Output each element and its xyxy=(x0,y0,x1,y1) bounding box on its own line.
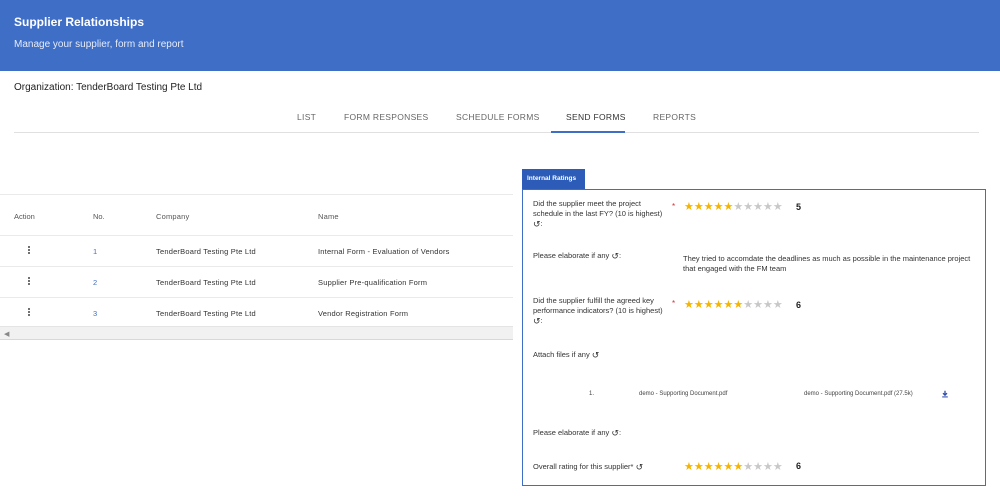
tab-bar: LIST FORM RESPONSES SCHEDULE FORMS SEND … xyxy=(14,104,979,133)
panel-tab-internal-ratings[interactable]: Internal Ratings xyxy=(522,169,585,189)
row-company: TenderBoard Testing Pte Ltd xyxy=(156,278,256,287)
internal-ratings-panel: Did the supplier meet the project schedu… xyxy=(522,189,986,486)
more-vert-icon[interactable] xyxy=(28,276,32,286)
column-header-action[interactable]: Action xyxy=(14,212,35,221)
question-line: schedule in the last FY? (10 is highest) xyxy=(533,209,663,218)
star-filled-icon[interactable]: ★ xyxy=(684,461,694,473)
table-row[interactable]: 3 TenderBoard Testing Pte Ltd Vendor Reg… xyxy=(0,297,513,328)
row-name: Internal Form - Evaluation of Vendors xyxy=(318,247,450,256)
rating-stars-q3[interactable]: ★★★★★★★★★★ xyxy=(684,298,783,311)
star-empty-icon[interactable]: ★ xyxy=(743,299,753,311)
question-label: Attach files if any xyxy=(533,350,590,359)
star-filled-icon[interactable]: ★ xyxy=(704,201,714,213)
star-filled-icon[interactable]: ★ xyxy=(694,201,704,213)
row-number: 1 xyxy=(93,247,98,256)
tab-schedule-forms[interactable]: SCHEDULE FORMS xyxy=(456,112,540,122)
rating-value-q3: 6 xyxy=(796,300,802,310)
question-kpi: Did the supplier fulfill the agreed key … xyxy=(533,296,663,327)
rating-value-q6: 6 xyxy=(796,461,802,471)
required-marker: * xyxy=(672,202,676,211)
star-empty-icon[interactable]: ★ xyxy=(773,201,783,213)
rating-stars-q1[interactable]: ★★★★★★★★★★ xyxy=(684,200,783,213)
question-elaborate-1: Please elaborate if any ↺: xyxy=(533,251,622,262)
question-line: performance indicators? (10 is highest) xyxy=(533,306,663,315)
question-project-schedule: Did the supplier meet the project schedu… xyxy=(533,199,663,230)
star-filled-icon[interactable]: ★ xyxy=(684,299,694,311)
question-attach-files: Attach files if any ↺ xyxy=(533,350,599,360)
more-vert-icon[interactable] xyxy=(28,307,32,317)
star-filled-icon[interactable]: ★ xyxy=(694,299,704,311)
row-company: TenderBoard Testing Pte Ltd xyxy=(156,247,256,256)
column-header-no[interactable]: No. xyxy=(93,212,105,221)
question-label: Overall rating for this supplier* xyxy=(533,462,634,471)
star-filled-icon[interactable]: ★ xyxy=(714,299,724,311)
star-empty-icon[interactable]: ★ xyxy=(743,201,753,213)
row-number: 2 xyxy=(93,278,98,287)
star-filled-icon[interactable]: ★ xyxy=(704,461,714,473)
star-empty-icon[interactable]: ★ xyxy=(773,299,783,311)
question-line: Did the supplier fulfill the agreed key xyxy=(533,296,654,305)
star-filled-icon[interactable]: ★ xyxy=(714,461,724,473)
star-empty-icon[interactable]: ★ xyxy=(763,201,773,213)
star-empty-icon[interactable]: ★ xyxy=(753,201,763,213)
history-icon[interactable]: ↺ xyxy=(592,350,600,360)
question-line: Did the supplier meet the project xyxy=(533,199,641,208)
star-filled-icon[interactable]: ★ xyxy=(704,299,714,311)
row-name: Vendor Registration Form xyxy=(318,309,409,318)
tab-list[interactable]: LIST xyxy=(297,112,316,122)
required-marker: * xyxy=(672,299,676,308)
question-label: Please elaborate if any xyxy=(533,251,610,260)
history-icon[interactable]: ↺ xyxy=(611,251,619,261)
star-empty-icon[interactable]: ★ xyxy=(763,299,773,311)
rating-stars-q6[interactable]: ★★★★★★★★★★ xyxy=(684,460,783,473)
column-header-company[interactable]: Company xyxy=(156,212,190,221)
star-filled-icon[interactable]: ★ xyxy=(724,299,734,311)
history-icon[interactable]: ↺ xyxy=(533,219,541,229)
history-icon[interactable]: ↺ xyxy=(636,462,644,472)
star-empty-icon[interactable]: ★ xyxy=(763,461,773,473)
history-icon[interactable]: ↺ xyxy=(611,428,619,438)
star-filled-icon[interactable]: ★ xyxy=(733,299,743,311)
row-number: 3 xyxy=(93,309,98,318)
organization-label: Organization: TenderBoard Testing Pte Lt… xyxy=(14,82,203,93)
page-title: Supplier Relationships xyxy=(14,15,145,29)
more-vert-icon[interactable] xyxy=(28,245,32,255)
star-empty-icon[interactable]: ★ xyxy=(773,461,783,473)
star-empty-icon[interactable]: ★ xyxy=(753,461,763,473)
file-download-link[interactable]: demo - Supporting Document.pdf (27.5k) xyxy=(804,391,913,397)
tab-form-responses[interactable]: FORM RESPONSES xyxy=(344,112,429,122)
row-name: Supplier Pre-qualification Form xyxy=(318,278,428,287)
file-name: demo - Supporting Document.pdf xyxy=(639,391,728,397)
tab-send-forms[interactable]: SEND FORMS xyxy=(566,112,626,122)
star-filled-icon[interactable]: ★ xyxy=(733,461,743,473)
grid-header-row: Action No. Company Name xyxy=(0,194,513,235)
active-tab-indicator xyxy=(551,131,625,133)
answer-elaborate-1: They tried to accomdate the deadlines as… xyxy=(683,254,971,273)
star-filled-icon[interactable]: ★ xyxy=(694,461,704,473)
horizontal-scrollbar[interactable]: ◀ xyxy=(0,326,513,340)
question-label: Please elaborate if any xyxy=(533,428,610,437)
rating-value-q1: 5 xyxy=(796,202,802,212)
star-empty-icon[interactable]: ★ xyxy=(733,201,743,213)
table-row[interactable]: 1 TenderBoard Testing Pte Ltd Internal F… xyxy=(0,235,513,266)
page-subtitle: Manage your supplier, form and report xyxy=(14,39,184,50)
star-filled-icon[interactable]: ★ xyxy=(724,461,734,473)
download-icon[interactable] xyxy=(941,390,949,398)
row-company: TenderBoard Testing Pte Ltd xyxy=(156,309,256,318)
question-overall-rating: Overall rating for this supplier* ↺ xyxy=(533,462,643,472)
table-row[interactable]: 2 TenderBoard Testing Pte Ltd Supplier P… xyxy=(0,266,513,297)
file-index: 1. xyxy=(589,391,595,397)
star-empty-icon[interactable]: ★ xyxy=(743,461,753,473)
question-elaborate-2: Please elaborate if any ↺: xyxy=(533,428,622,439)
star-empty-icon[interactable]: ★ xyxy=(753,299,763,311)
column-header-name[interactable]: Name xyxy=(318,212,339,221)
star-filled-icon[interactable]: ★ xyxy=(714,201,724,213)
app-header: Supplier Relationships Manage your suppl… xyxy=(0,0,1000,71)
history-icon[interactable]: ↺ xyxy=(533,316,541,326)
tab-reports[interactable]: REPORTS xyxy=(653,112,696,122)
star-filled-icon[interactable]: ★ xyxy=(724,201,734,213)
star-filled-icon[interactable]: ★ xyxy=(684,201,694,213)
scroll-left-icon[interactable]: ◀ xyxy=(4,330,9,338)
